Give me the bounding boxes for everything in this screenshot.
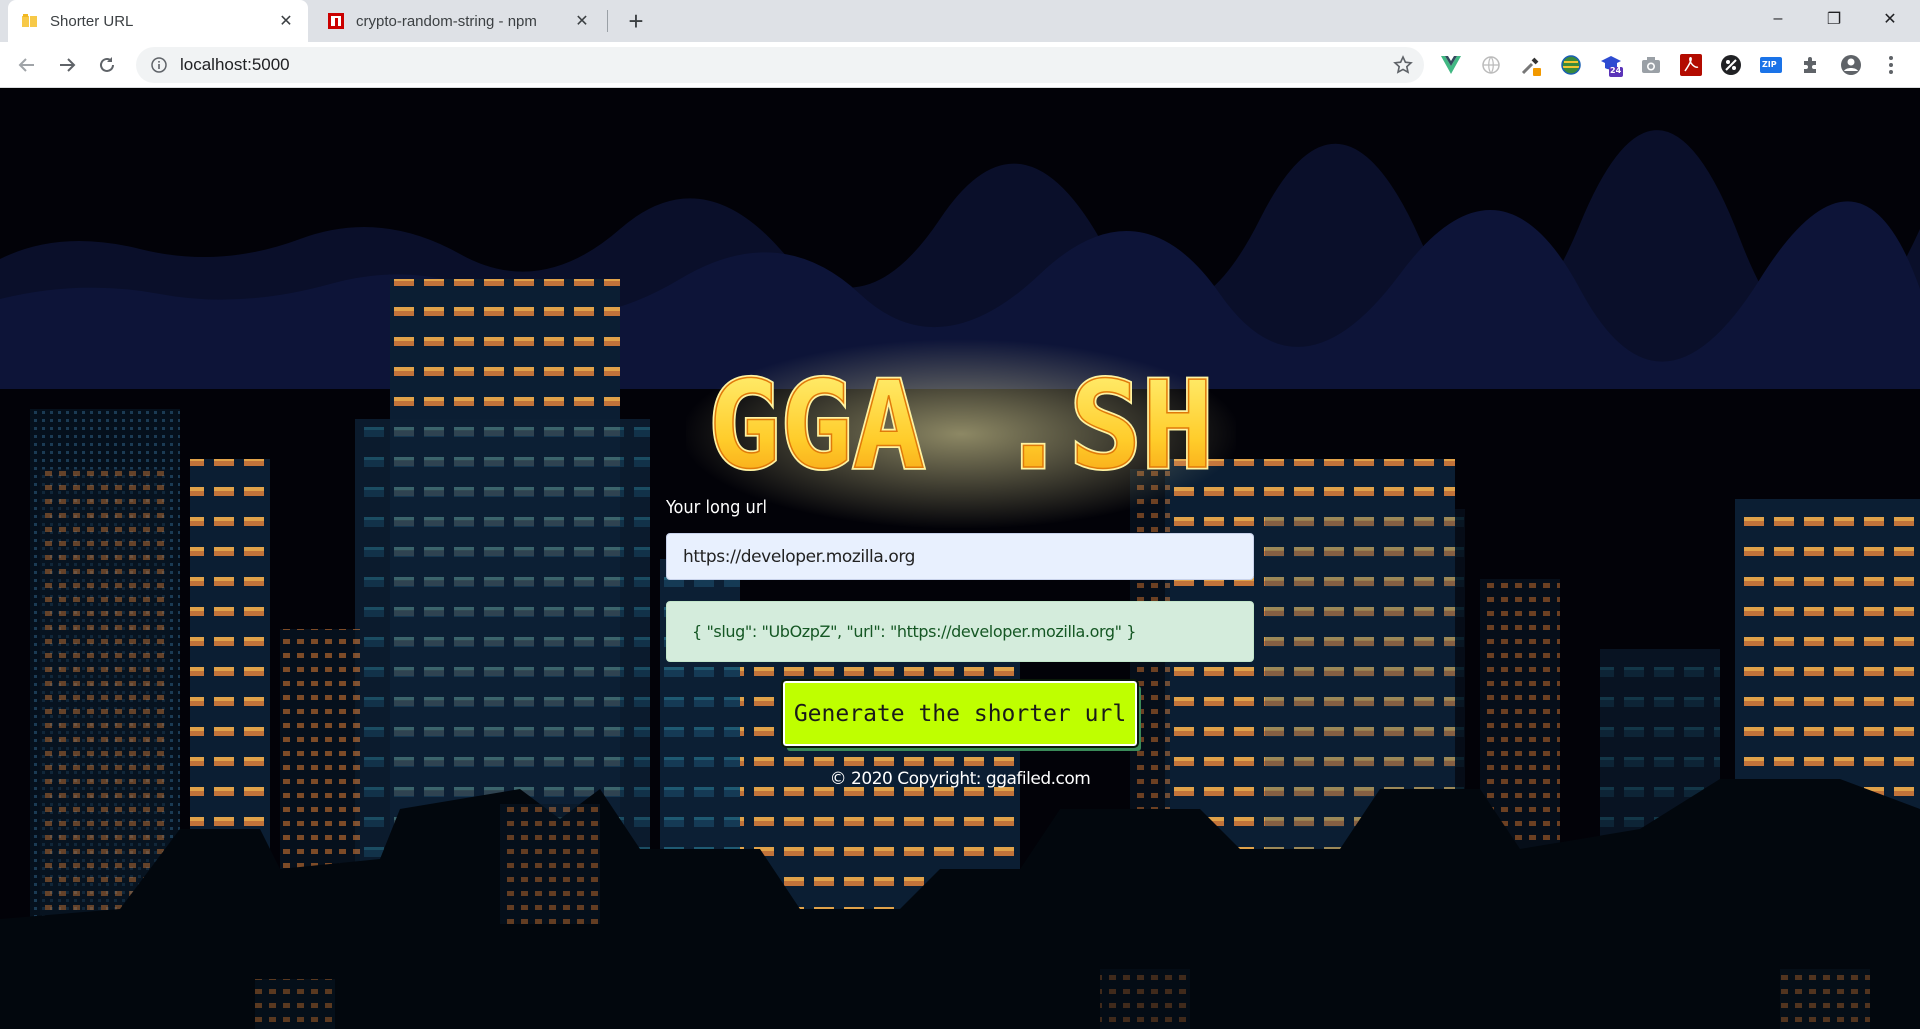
long-url-input[interactable] — [666, 533, 1254, 580]
generate-button[interactable]: Generate the shorter url — [781, 679, 1139, 748]
tab-strip: Shorter URL ✕ crypto-random-string - npm… — [0, 0, 1920, 42]
vue-devtools-icon[interactable] — [1439, 53, 1463, 77]
puzzle-extensions-icon[interactable] — [1799, 53, 1823, 77]
logo-text-outline: GGA .SH — [708, 357, 1214, 496]
zip-label: ZIP — [1762, 60, 1777, 69]
npm-favicon-icon — [328, 13, 344, 29]
long-url-label: Your long url — [666, 497, 767, 518]
zip-extension-icon[interactable]: ZIP — [1759, 53, 1783, 77]
tab-title: crypto-random-string - npm — [356, 12, 537, 30]
minimize-button[interactable]: – — [1750, 0, 1806, 38]
address-text: localhost:5000 — [180, 55, 290, 74]
tab-npm[interactable]: crypto-random-string - npm ✕ — [314, 0, 604, 42]
tab-shorter-url[interactable]: Shorter URL ✕ — [8, 0, 308, 42]
copyright-footer: © 2020 Copyright: ggafiled.com — [829, 769, 1091, 789]
camera-icon[interactable] — [1639, 53, 1663, 77]
page-viewport: GGA .SH GGA .SH Your long url { "slug": … — [0, 89, 1920, 1029]
close-tab-icon[interactable]: ✕ — [570, 9, 594, 33]
maximize-button[interactable]: ❐ — [1806, 0, 1862, 38]
reload-icon[interactable] — [92, 50, 122, 80]
tab-title: Shorter URL — [50, 12, 134, 30]
bookmark-star-icon[interactable] — [1392, 54, 1414, 76]
address-bar[interactable]: localhost:5000 — [136, 47, 1424, 83]
globe-extension-icon[interactable] — [1479, 53, 1503, 77]
browser-toolbar: localhost:5000 24 ZIP — [0, 42, 1920, 88]
new-tab-button[interactable]: + — [622, 6, 650, 36]
profile-avatar-icon[interactable] — [1839, 53, 1863, 77]
close-window-button[interactable]: ✕ — [1862, 0, 1918, 38]
forward-arrow-icon[interactable] — [52, 50, 82, 80]
gga-sh-logo: GGA .SH GGA .SH — [686, 339, 1236, 529]
pdf-icon[interactable] — [1679, 53, 1703, 77]
kebab-menu-icon[interactable] — [1879, 53, 1903, 77]
tab-divider — [607, 10, 608, 32]
globe-color-extension-icon[interactable] — [1559, 53, 1583, 77]
result-alert: { "slug": "UbOzpZ", "url": "https://deve… — [666, 601, 1254, 662]
color-picker-icon[interactable] — [1519, 53, 1543, 77]
site-info-icon[interactable] — [150, 56, 168, 74]
back-arrow-icon[interactable] — [12, 50, 42, 80]
result-text: { "slug": "UbOzpZ", "url": "https://deve… — [692, 622, 1137, 641]
circle-slash-extension-icon[interactable] — [1719, 53, 1743, 77]
calendar-extension-icon[interactable]: 24 — [1599, 53, 1623, 77]
calendar-badge: 24 — [1610, 66, 1622, 75]
folder-favicon-icon — [22, 13, 38, 29]
close-tab-icon[interactable]: ✕ — [274, 9, 298, 33]
